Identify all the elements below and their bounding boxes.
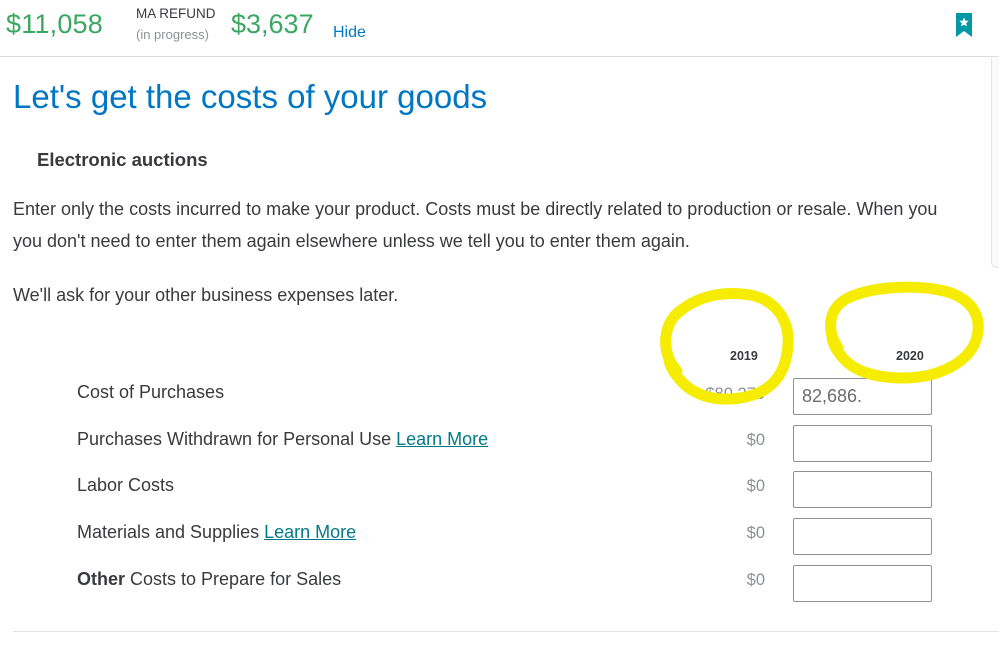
row-label-text: Costs to Prepare for Sales <box>125 569 342 589</box>
hide-refund-link[interactable]: Hide <box>333 24 366 42</box>
row-label-text: Cost of Purchases <box>77 382 225 402</box>
intro-line-1: Enter only the costs incurred to make yo… <box>13 199 938 219</box>
state-refund-label: MA REFUND <box>136 6 216 21</box>
column-header-current-year: 2020 <box>896 349 924 363</box>
row-label-bold: Other <box>77 569 126 589</box>
row-label-materials-supplies: Materials and Supplies Learn More <box>77 522 356 543</box>
highlight-circle-2020 <box>825 281 984 384</box>
row-label-purchases-withdrawn: Purchases Withdrawn for Personal Use Lea… <box>77 429 488 450</box>
row-label-text: Purchases Withdrawn for Personal Use <box>77 429 397 449</box>
bookmark-star-icon[interactable] <box>954 12 974 38</box>
row-label-text: Materials and Supplies <box>77 522 265 542</box>
federal-refund-amount: $11,058 <box>6 9 103 39</box>
divider <box>13 631 999 632</box>
refund-bar: $11,058 MA REFUND (in progress) $3,637 H… <box>0 0 999 57</box>
row-label-other-costs: Other Costs to Prepare for Sales <box>77 569 341 590</box>
column-header-prior-year: 2019 <box>730 349 758 363</box>
learn-more-link[interactable]: Learn More <box>396 429 488 449</box>
input-other-costs[interactable] <box>793 565 932 602</box>
input-labor-costs[interactable] <box>793 471 932 508</box>
prior-value-other-costs: $0 <box>746 571 765 589</box>
row-label-labor-costs: Labor Costs <box>77 475 174 496</box>
row-label-text: Labor Costs <box>77 475 175 495</box>
later-note: We'll ask for your other business expens… <box>13 285 399 305</box>
page-title: Let's get the costs of your goods <box>13 78 488 115</box>
section-heading: Electronic auctions <box>37 149 208 170</box>
intro-text: Enter only the costs incurred to make yo… <box>13 193 999 257</box>
learn-more-link[interactable]: Learn More <box>264 522 356 542</box>
input-cost-of-purchases[interactable] <box>793 378 932 415</box>
input-purchases-withdrawn[interactable] <box>793 425 932 462</box>
input-materials-supplies[interactable] <box>793 518 932 555</box>
intro-line-2: you don't need to enter them again elsew… <box>13 231 690 251</box>
prior-value-purchases-withdrawn: $0 <box>746 431 765 449</box>
prior-value-cost-of-purchases: $80,270 <box>705 385 765 403</box>
prior-value-materials-supplies: $0 <box>746 524 765 542</box>
row-label-cost-of-purchases: Cost of Purchases <box>77 382 224 403</box>
state-refund-status: (in progress) <box>136 27 209 42</box>
state-refund-amount: $3,637 <box>231 9 314 39</box>
prior-value-labor-costs: $0 <box>746 477 765 495</box>
